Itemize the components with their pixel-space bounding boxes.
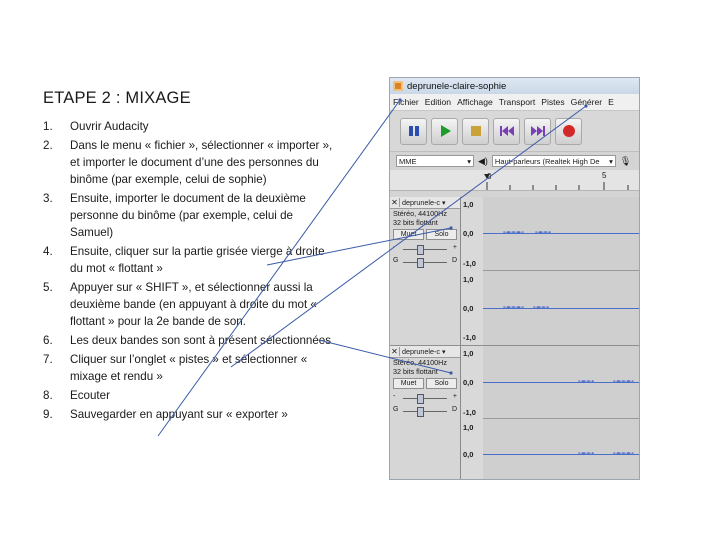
arrow-step-7 bbox=[230, 104, 588, 368]
annotation-arrows bbox=[157, 98, 588, 437]
arrow-step-5 bbox=[318, 339, 453, 375]
arrow-step-9 bbox=[157, 98, 402, 437]
